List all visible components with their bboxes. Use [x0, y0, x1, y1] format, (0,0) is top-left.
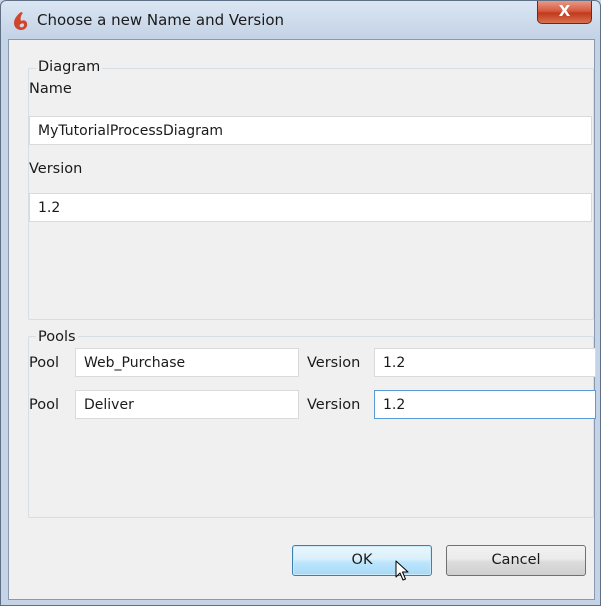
cancel-button[interactable]: Cancel	[446, 545, 586, 576]
ok-button[interactable]: OK	[292, 545, 432, 576]
pool-name-input[interactable]	[75, 348, 299, 377]
window-title: Choose a new Name and Version	[37, 11, 285, 29]
dialog-window: Choose a new Name and Version X Diagram …	[0, 0, 601, 606]
pool-name-input[interactable]	[75, 390, 299, 419]
diagram-version-input[interactable]	[29, 193, 592, 222]
pool-label: Pool	[29, 355, 59, 371]
pool-version-input[interactable]	[374, 390, 596, 419]
name-label: Name	[29, 81, 72, 97]
mouse-pointer-icon	[395, 560, 409, 581]
pool-label: Pool	[29, 397, 59, 413]
pool-version-label: Version	[307, 397, 361, 413]
diagram-group-label: Diagram	[36, 59, 103, 75]
pool-version-input[interactable]	[374, 348, 596, 377]
title-bar[interactable]: Choose a new Name and Version X	[1, 1, 600, 39]
diagram-name-input[interactable]	[29, 116, 592, 145]
dialog-content: Diagram Name Version Pools Pool Version …	[8, 39, 596, 600]
pools-group-label: Pools	[36, 329, 78, 345]
close-button[interactable]: X	[537, 1, 592, 24]
app-logo-icon	[14, 12, 28, 30]
version-label: Version	[29, 161, 83, 177]
close-icon: X	[558, 2, 571, 20]
pool-version-label: Version	[307, 355, 361, 371]
